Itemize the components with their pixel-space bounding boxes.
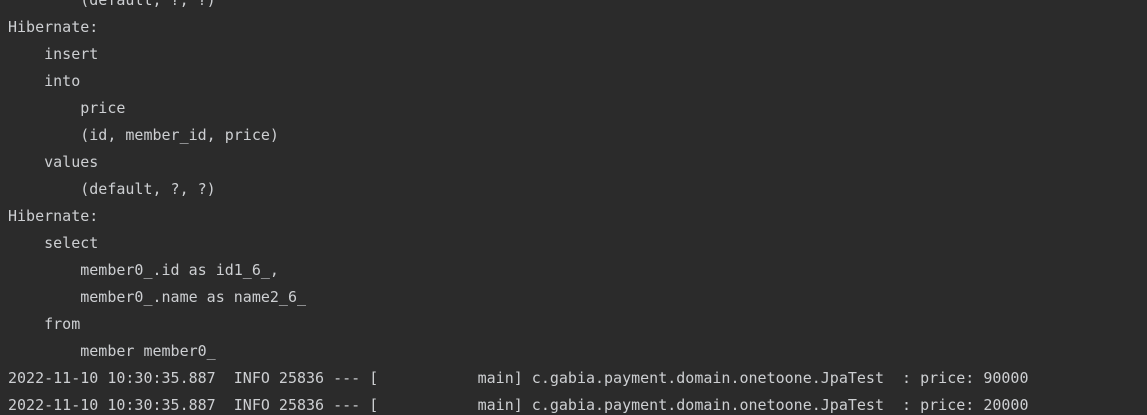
console-line: (default, ?, ?) [8,0,216,9]
console-line: Hibernate: [8,18,108,36]
console-line: Hibernate: [8,207,108,225]
console-line: member0_.name as name2_6_ [8,288,316,306]
console-line: member member0_ [8,342,216,360]
console-line: into [8,72,81,90]
console-log-line: 2022-11-10 10:30:35.887 INFO 25836 --- [… [8,369,1029,387]
console-output[interactable]: (default, ?, ?) Hibernate: insert into p… [0,0,1147,415]
console-line: select [8,234,99,252]
console-line: values [8,153,99,171]
console-log-line: 2022-11-10 10:30:35.887 INFO 25836 --- [… [8,396,1029,414]
console-line: member0_.id as id1_6_, [8,261,279,279]
console-line: from [8,315,81,333]
console-line: (default, ?, ?) [8,180,216,198]
console-line: insert [8,45,108,63]
console-line: (id, member_id, price) [8,126,288,144]
console-line: price [8,99,126,117]
